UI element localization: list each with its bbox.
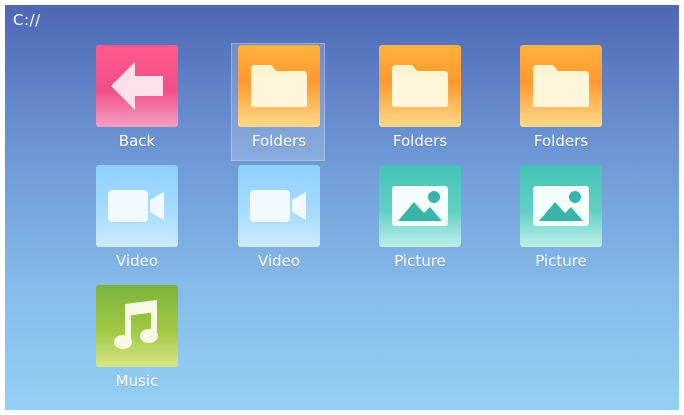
video-icon-box — [96, 165, 178, 247]
picture-tile-1[interactable]: Picture — [374, 165, 466, 281]
music-note-icon — [114, 300, 158, 349]
file-browser-screen: C:// Back Folders Folders Folders Video … — [5, 5, 679, 410]
video-camera-icon — [108, 190, 164, 222]
picture-icon-box — [520, 165, 602, 247]
tile-label: Folders — [533, 132, 589, 150]
back-tile[interactable]: Back — [91, 45, 183, 161]
folder-icon-box — [520, 45, 602, 127]
tile-label: Picture — [535, 252, 587, 270]
picture-tile-2[interactable]: Picture — [515, 165, 607, 281]
tile-label: Folders — [251, 132, 307, 150]
tile-label: Video — [115, 252, 159, 270]
picture-icon — [392, 186, 448, 226]
picture-icon — [533, 186, 589, 226]
music-icon-box — [96, 285, 178, 367]
music-tile[interactable]: Music — [91, 285, 183, 401]
video-camera-icon — [250, 190, 306, 222]
back-icon-box — [96, 45, 178, 127]
video-tile-2[interactable]: Video — [233, 165, 325, 281]
folder-icon — [251, 65, 307, 107]
tile-label: Picture — [394, 252, 446, 270]
tile-label: Music — [115, 372, 159, 390]
folder-tile-2[interactable]: Folders — [374, 45, 466, 161]
folder-icon — [392, 65, 448, 107]
folder-icon-box — [379, 45, 461, 127]
tile-label: Video — [257, 252, 301, 270]
tile-label: Folders — [392, 132, 448, 150]
folder-tile-1[interactable]: Folders — [231, 43, 325, 161]
tile-label: Back — [118, 132, 156, 150]
folder-icon-box — [238, 45, 320, 127]
video-icon-box — [238, 165, 320, 247]
picture-icon-box — [379, 165, 461, 247]
back-arrow-icon — [111, 62, 163, 110]
folder-icon — [533, 65, 589, 107]
video-tile-1[interactable]: Video — [91, 165, 183, 281]
folder-tile-3[interactable]: Folders — [515, 45, 607, 161]
current-path: C:// — [13, 11, 41, 29]
